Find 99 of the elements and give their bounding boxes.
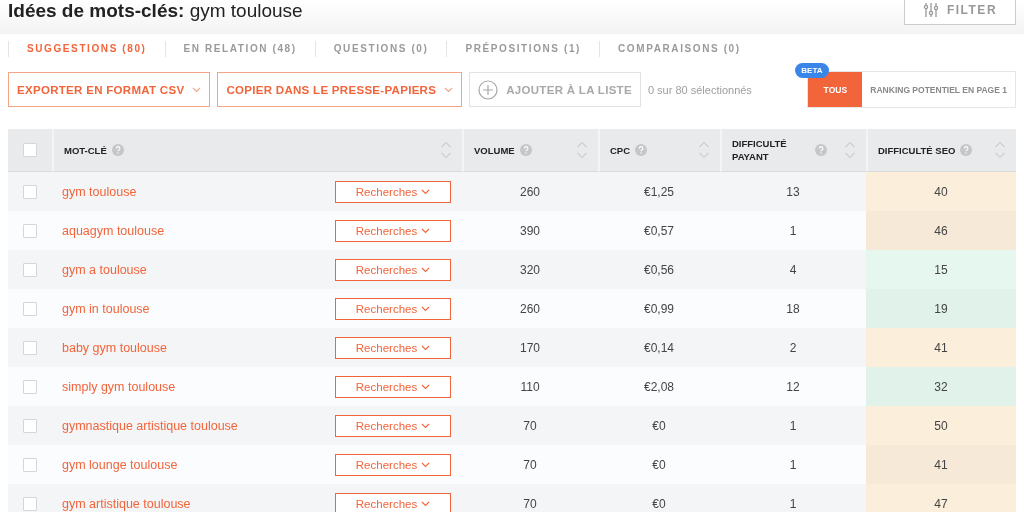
table-cell: 2 xyxy=(789,340,797,355)
table-cell: 1 xyxy=(789,457,797,472)
tab[interactable]: QUESTIONS (0) xyxy=(314,41,447,57)
chevron-down-icon xyxy=(421,266,431,273)
tab[interactable]: COMPARAISONS (0) xyxy=(599,41,759,57)
chevron-down-icon xyxy=(421,422,431,429)
table-cell: €0,57 xyxy=(644,223,674,238)
searches-button[interactable]: Recherches xyxy=(335,492,451,512)
table-cell: €0 xyxy=(652,457,666,472)
searches-button[interactable]: Recherches xyxy=(335,414,451,437)
table-cell: €0,99 xyxy=(644,301,674,316)
column-header[interactable]: DIFFICULTÉ SEO xyxy=(866,129,1016,172)
copy-clipboard-button[interactable]: COPIER DANS LE PRESSE-PAPIERS xyxy=(217,72,463,107)
row-checkbox[interactable] xyxy=(23,418,37,433)
help-icon xyxy=(635,144,648,156)
chevron-down-icon xyxy=(192,86,202,93)
seo-difficulty-cell: 41 xyxy=(866,445,1016,484)
tab[interactable]: SUGGESTIONS (80) xyxy=(8,41,165,57)
seo-difficulty-cell: 32 xyxy=(866,367,1016,406)
table-cell: €0,56 xyxy=(644,262,674,277)
row-checkbox[interactable] xyxy=(23,223,37,238)
selection-count: 0 sur 80 sélectionnés xyxy=(647,83,752,96)
seo-difficulty-cell: 41 xyxy=(866,328,1016,367)
export-csv-button[interactable]: EXPORTER EN FORMAT CSV xyxy=(8,72,211,107)
page-title: Idées de mots-clés: gym toulouse xyxy=(8,0,303,22)
row-checkbox[interactable] xyxy=(23,457,37,472)
keyword-link[interactable]: simply gym toulouse xyxy=(62,379,176,394)
tab[interactable]: EN RELATION (48) xyxy=(164,41,315,57)
table-cell: €1,25 xyxy=(644,184,674,199)
searches-button[interactable]: Recherches xyxy=(335,219,451,242)
keyword-link[interactable]: baby gym toulouse xyxy=(62,340,167,355)
searches-button[interactable]: Recherches xyxy=(335,375,451,398)
seo-difficulty-cell: 15 xyxy=(866,250,1016,289)
seo-difficulty-cell: 46 xyxy=(866,211,1016,250)
chevron-down-icon xyxy=(444,86,454,93)
plus-circle-icon xyxy=(478,79,499,100)
chevron-down-icon xyxy=(421,188,431,195)
table-cell: 70 xyxy=(523,457,537,472)
keyword-link[interactable]: gym lounge toulouse xyxy=(62,457,178,472)
table-cell: €0,14 xyxy=(644,340,674,355)
keyword-link[interactable]: gymnastique artistique toulouse xyxy=(62,418,238,433)
table-cell: €0 xyxy=(652,496,666,511)
view-toggle-option[interactable]: TOUS xyxy=(808,72,863,107)
table-cell: 110 xyxy=(520,379,540,394)
row-checkbox[interactable] xyxy=(23,379,37,394)
table-cell: 18 xyxy=(786,301,800,316)
select-all-checkbox[interactable] xyxy=(23,143,37,157)
searches-button[interactable]: Recherches xyxy=(335,258,451,281)
table-cell: 320 xyxy=(520,262,540,277)
table-cell: 12 xyxy=(786,379,800,394)
help-icon xyxy=(960,144,973,156)
keyword-link[interactable]: gym in toulouse xyxy=(62,301,150,316)
searches-button[interactable]: Recherches xyxy=(335,336,451,359)
row-checkbox[interactable] xyxy=(23,184,37,199)
table-cell: 70 xyxy=(523,418,537,433)
keyword-link[interactable]: aquagym toulouse xyxy=(62,223,165,238)
table-cell: 260 xyxy=(520,301,540,316)
keyword-link[interactable]: gym artistique toulouse xyxy=(62,496,191,511)
column-header[interactable]: DIFFICULTÉ PAYANT xyxy=(720,129,866,172)
help-icon xyxy=(111,144,124,156)
table-cell: 4 xyxy=(789,262,797,277)
tab[interactable]: PRÉPOSITIONS (1) xyxy=(446,41,600,57)
chevron-down-icon xyxy=(421,500,431,507)
table-cell: 390 xyxy=(520,223,540,238)
row-checkbox[interactable] xyxy=(23,496,37,511)
seo-difficulty-cell: 50 xyxy=(866,406,1016,445)
column-header[interactable]: CPC xyxy=(598,129,720,172)
searches-button[interactable]: Recherches xyxy=(335,453,451,476)
chevron-down-icon xyxy=(421,305,431,312)
column-header[interactable]: MOT-CLÉ xyxy=(52,129,462,172)
help-icon xyxy=(519,144,532,156)
table-cell: 13 xyxy=(786,184,800,199)
chevron-down-icon xyxy=(421,461,431,468)
chevron-down-icon xyxy=(421,227,431,234)
row-checkbox[interactable] xyxy=(23,301,37,316)
keyword-link[interactable]: gym a toulouse xyxy=(62,262,147,277)
table-cell: 70 xyxy=(523,496,537,511)
table-cell: 1 xyxy=(789,223,797,238)
searches-button[interactable]: Recherches xyxy=(335,180,451,203)
row-checkbox[interactable] xyxy=(23,340,37,355)
sliders-icon xyxy=(922,1,939,18)
table-cell: 260 xyxy=(520,184,540,199)
chevron-down-icon xyxy=(421,383,431,390)
table-cell: €0 xyxy=(652,418,666,433)
searches-button[interactable]: Recherches xyxy=(335,297,451,320)
table-cell: €2,08 xyxy=(644,379,674,394)
row-checkbox[interactable] xyxy=(23,262,37,277)
column-header[interactable]: VOLUME xyxy=(462,129,598,172)
seo-difficulty-cell: 47 xyxy=(866,484,1016,512)
table-cell: 1 xyxy=(789,418,797,433)
table-cell: 1 xyxy=(789,496,797,511)
seo-difficulty-cell: 19 xyxy=(866,289,1016,328)
seo-difficulty-cell: 40 xyxy=(866,172,1016,211)
keyword-link[interactable]: gym toulouse xyxy=(62,184,137,199)
table-cell: 170 xyxy=(520,340,540,355)
filter-button[interactable]: FILTER xyxy=(904,0,1016,25)
help-icon xyxy=(815,144,827,156)
beta-badge: BETA xyxy=(795,63,829,78)
chevron-down-icon xyxy=(421,344,431,351)
